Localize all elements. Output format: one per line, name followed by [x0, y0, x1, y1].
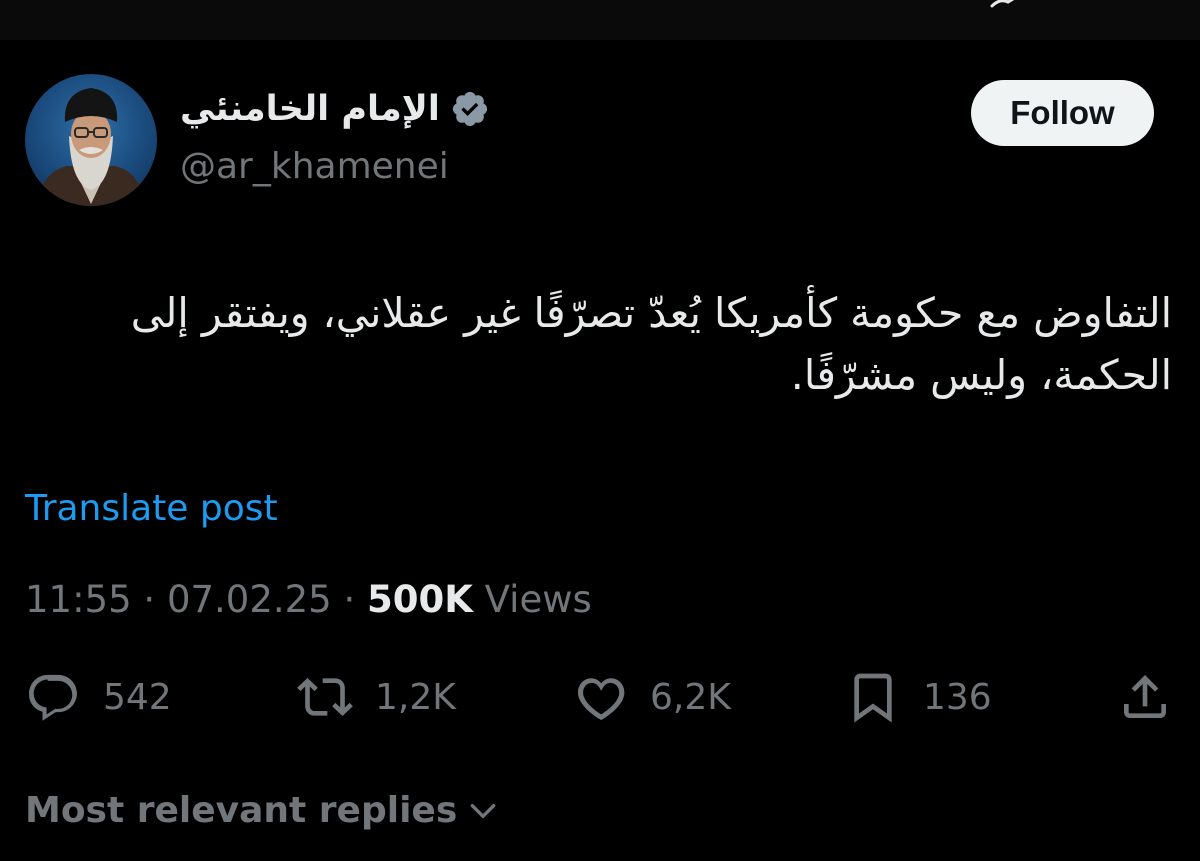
author-handle[interactable]: @ar_khamenei — [180, 146, 449, 187]
share-button[interactable] — [1117, 666, 1173, 728]
follow-button[interactable]: Follow — [971, 80, 1154, 146]
author-name-row[interactable]: الإمام الخامنئي — [180, 84, 490, 134]
author-display-name[interactable]: الإمام الخامنئي — [180, 89, 440, 129]
translate-post-link[interactable]: Translate post — [25, 488, 278, 529]
post-text: التفاوض مع حكومة كأمريكا يُعدّ تصرّفًا غ… — [130, 289, 1172, 399]
action-bar: 542 1,2K 6,2K 136 — [0, 666, 1200, 728]
bookmark-button[interactable]: 136 — [845, 666, 992, 728]
views-label: Views — [484, 578, 592, 621]
repost-button[interactable]: 1,2K — [297, 666, 456, 728]
meta-separator: · — [143, 578, 156, 621]
like-button[interactable]: 6,2K — [572, 666, 731, 728]
edge-icon — [990, 0, 1015, 8]
share-icon — [1124, 675, 1166, 718]
reply-icon — [29, 674, 77, 721]
top-bar — [0, 0, 1200, 40]
post-meta: 11:55 · 07.02.25 · 500K Views — [25, 578, 592, 621]
reply-count: 542 — [103, 676, 172, 718]
meta-separator: · — [343, 578, 356, 621]
repost-count: 1,2K — [375, 676, 456, 718]
views-count[interactable]: 500K — [367, 578, 473, 621]
avatar[interactable] — [25, 74, 157, 206]
heart-icon — [577, 678, 625, 721]
bookmark-count: 136 — [923, 676, 992, 718]
post-date[interactable]: 07.02.25 — [167, 578, 332, 621]
replies-sort-label: Most relevant replies — [25, 790, 458, 831]
bookmark-icon — [854, 673, 892, 723]
like-count: 6,2K — [650, 676, 731, 718]
post-time[interactable]: 11:55 — [25, 578, 132, 621]
avatar-image — [37, 88, 145, 206]
repost-icon — [297, 678, 353, 716]
reply-button[interactable]: 542 — [25, 666, 172, 728]
verified-badge-icon — [452, 91, 487, 127]
replies-sort-dropdown[interactable]: Most relevant replies — [25, 790, 499, 831]
chevron-down-icon — [470, 803, 496, 818]
